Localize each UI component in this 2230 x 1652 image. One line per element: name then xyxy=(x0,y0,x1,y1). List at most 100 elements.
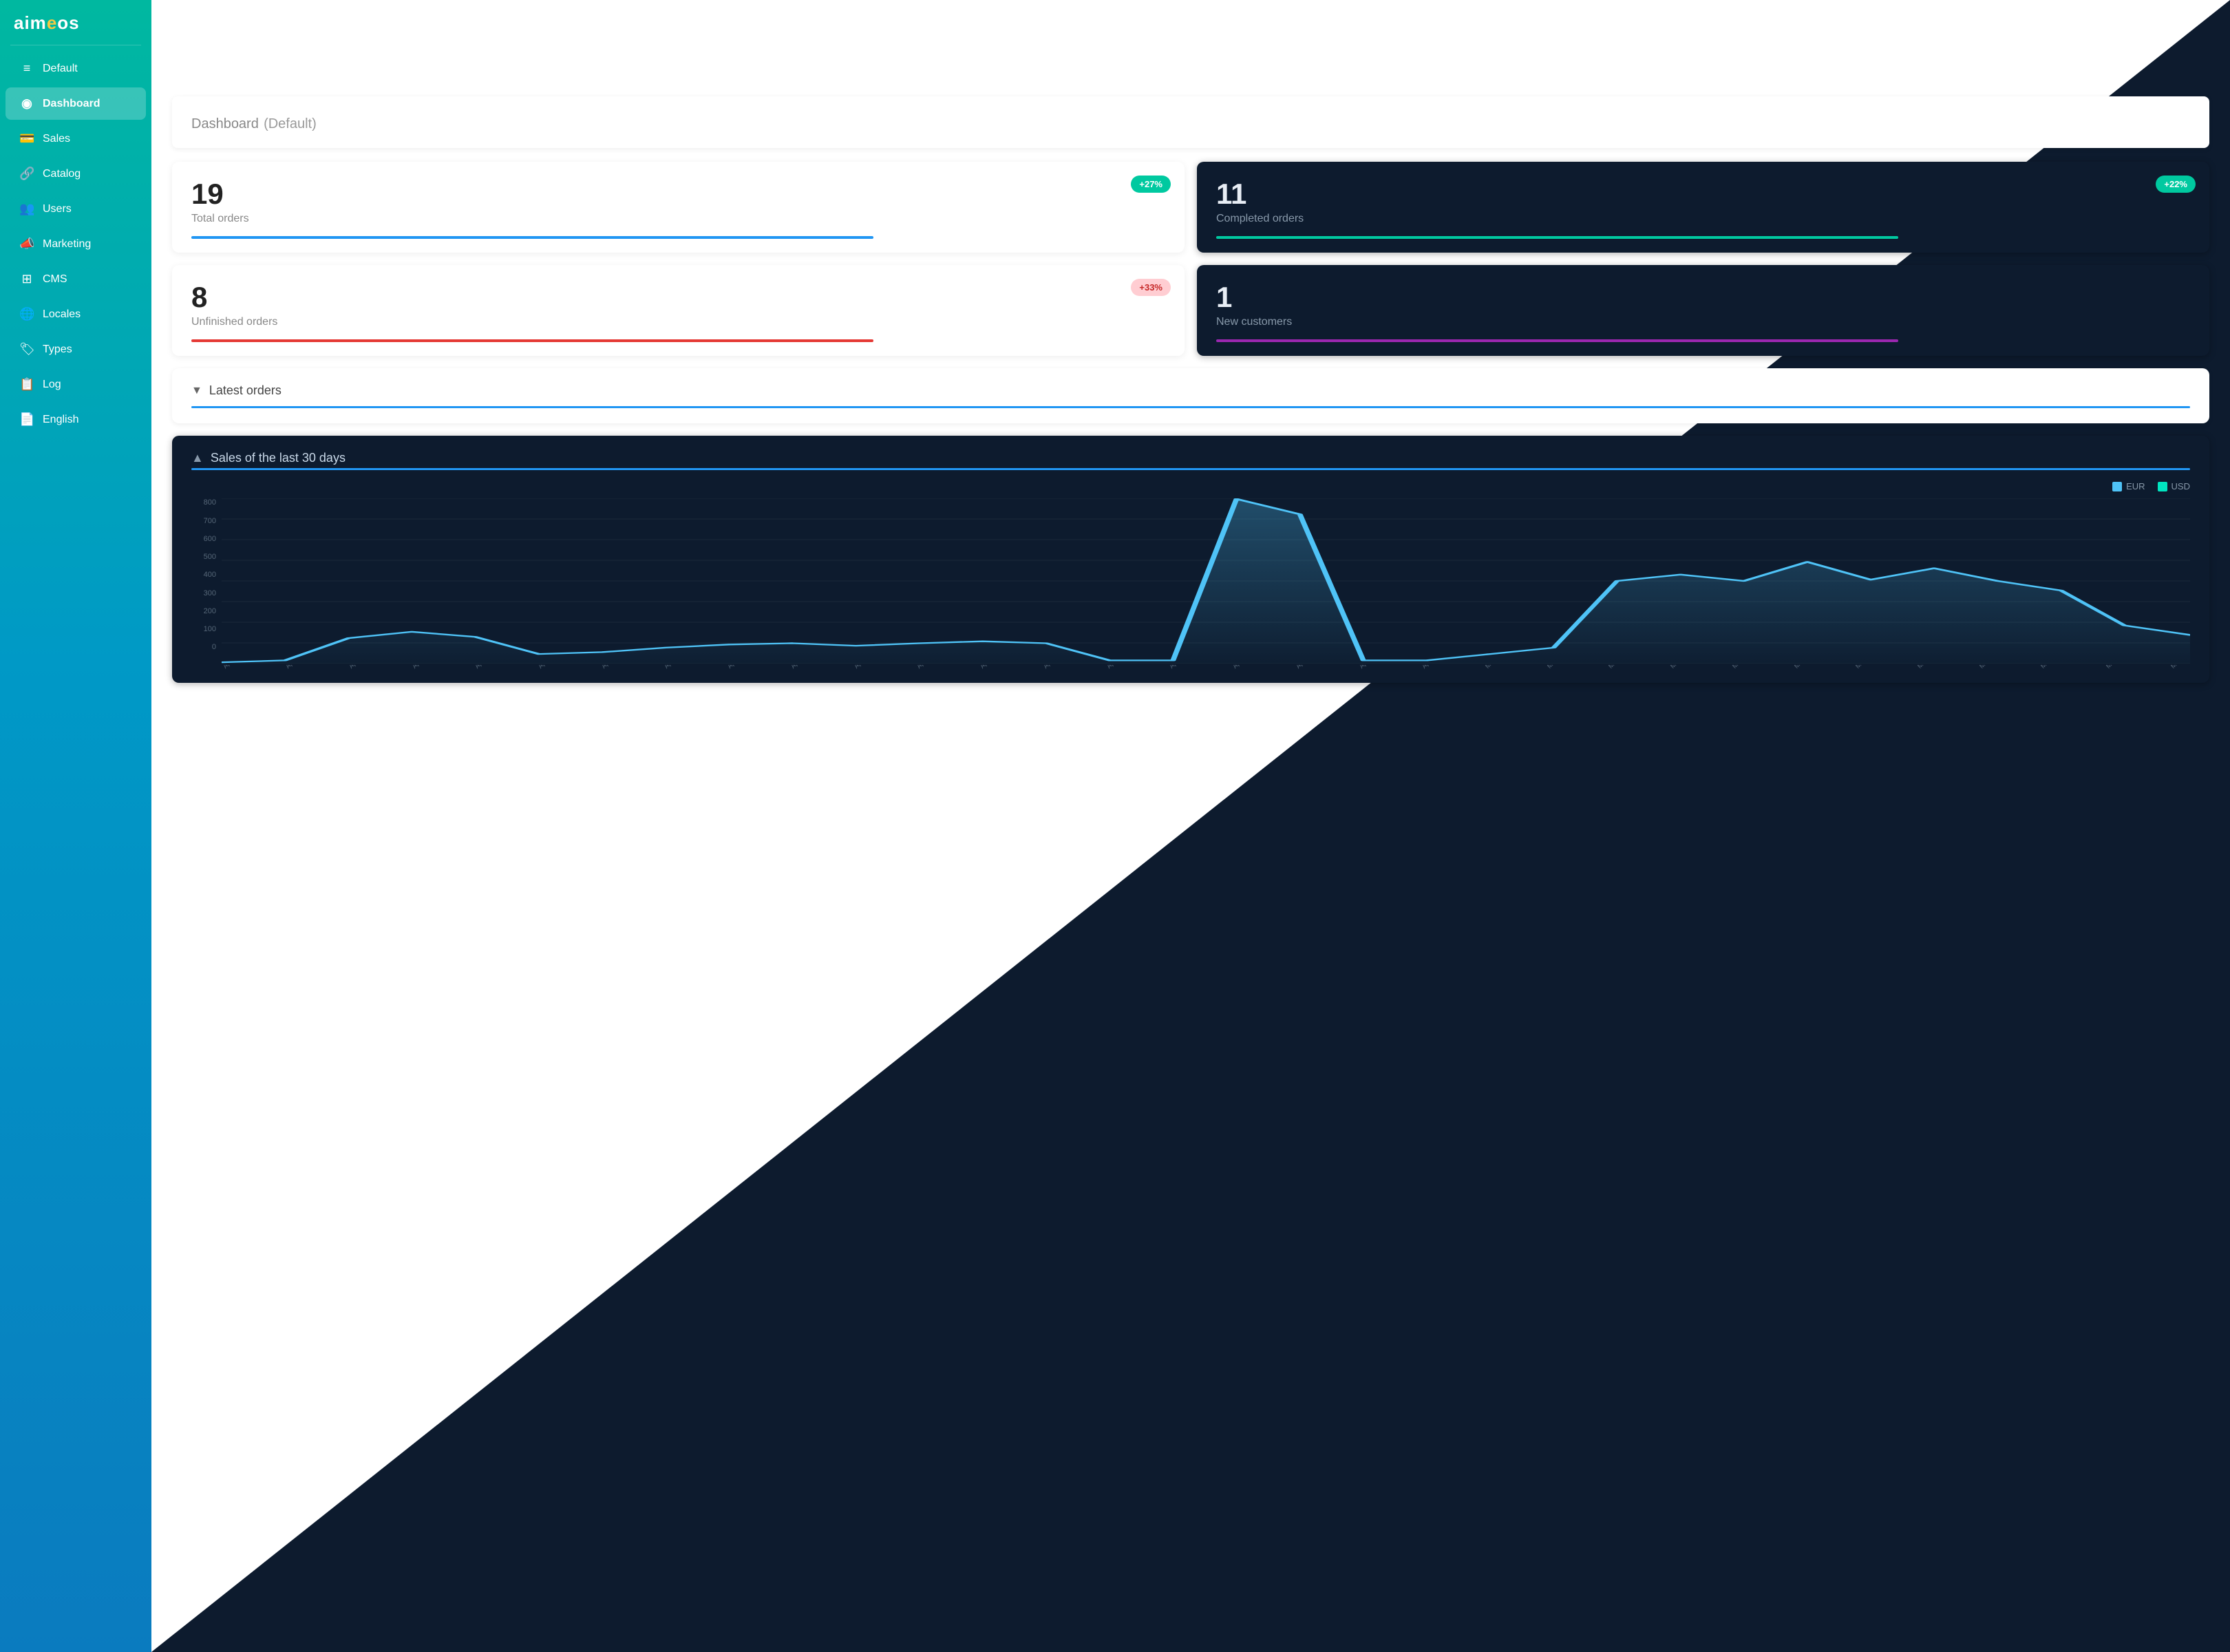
locales-icon: 🌐 xyxy=(19,307,34,321)
sidebar-item-label: Users xyxy=(43,203,72,215)
y-label-200: 200 xyxy=(191,607,216,615)
dashboard-header: Dashboard (Default) xyxy=(172,96,2209,148)
sales-line-chart xyxy=(222,498,2190,664)
main-area: ☾ ⎋ Dashboard (Default) 19 Total orders … xyxy=(151,0,2230,1652)
stat-bar xyxy=(1216,339,1898,342)
x-label: Apr 11 xyxy=(222,665,239,670)
chart-divider xyxy=(191,468,2190,470)
sidebar-item-label: Marketing xyxy=(43,238,91,251)
x-label: Apr 15 xyxy=(474,665,491,670)
x-label: May 7 xyxy=(1854,665,1871,670)
stat-new-customers: 1 New customers xyxy=(1197,265,2209,356)
x-label: May 1 xyxy=(1484,665,1500,670)
legend-eur: EUR xyxy=(2112,481,2145,491)
sidebar-item-locales[interactable]: 🌐 Locales xyxy=(6,298,146,330)
stat-number: 8 xyxy=(191,282,1165,313)
grid-icon: ≡ xyxy=(19,61,34,76)
log-icon: 📋 xyxy=(19,377,34,392)
x-label: Apr 28 xyxy=(1295,665,1313,670)
latest-orders-header[interactable]: ▼ Latest orders xyxy=(191,383,2190,398)
x-label: May 2 xyxy=(1546,665,1562,670)
stat-unfinished-orders: 8 Unfinished orders +33% xyxy=(172,265,1185,356)
sidebar-item-default[interactable]: ≡ Default xyxy=(6,52,146,85)
sidebar-item-dashboard[interactable]: ◉ Dashboard xyxy=(6,87,146,120)
x-label: Apr 25 xyxy=(1105,665,1123,670)
english-icon: 📄 xyxy=(19,412,34,427)
x-label: May 3 xyxy=(1607,665,1624,670)
stats-grid: 19 Total orders +27% 11 Completed orders… xyxy=(172,162,2209,356)
usd-dot xyxy=(2158,482,2167,491)
sidebar-item-users[interactable]: 👥 Users xyxy=(6,193,146,225)
stat-bar xyxy=(1216,236,1898,239)
x-label: Apr 22 xyxy=(915,665,933,670)
sidebar-item-log[interactable]: 📋 Log xyxy=(6,368,146,401)
x-label: Apr 16 xyxy=(537,665,555,670)
x-label: Apr 27 xyxy=(1231,665,1249,670)
catalog-icon: 🔗 xyxy=(19,167,34,181)
sidebar: aimeos ≡ Default ◉ Dashboard 💳 Sales 🔗 C… xyxy=(0,0,151,1652)
eur-dot xyxy=(2112,482,2122,491)
x-label: May 8 xyxy=(1916,665,1933,670)
x-label: May 11 xyxy=(2105,665,2123,670)
chart-header: ▲ Sales of the last 30 days xyxy=(191,451,2190,465)
sales-icon: 💳 xyxy=(19,131,34,146)
chart-legend: EUR USD xyxy=(191,481,2190,491)
sidebar-item-cms[interactable]: ⊞ CMS xyxy=(6,263,146,295)
x-label: Apr 19 xyxy=(726,665,744,670)
chart-container: 0 100 200 300 400 500 600 700 800 xyxy=(191,498,2190,672)
sidebar-item-label: English xyxy=(43,414,78,426)
stat-badge: +22% xyxy=(2156,176,2196,193)
y-label-100: 100 xyxy=(191,625,216,633)
x-label: Apr 30 xyxy=(1421,665,1438,670)
stat-bar xyxy=(191,236,873,239)
chevron-up-icon: ▲ xyxy=(191,451,204,465)
x-label: Apr 14 xyxy=(411,665,429,670)
y-label-0: 0 xyxy=(191,643,216,651)
sidebar-item-catalog[interactable]: 🔗 Catalog xyxy=(6,158,146,190)
sidebar-item-sales[interactable]: 💳 Sales xyxy=(6,123,146,155)
stat-completed-orders: 11 Completed orders +22% xyxy=(1197,162,2209,253)
sidebar-item-label: Sales xyxy=(43,133,70,145)
y-label-300: 300 xyxy=(191,589,216,597)
stat-bar xyxy=(191,339,873,342)
x-labels: Apr 11 Apr 12 Apr 13 Apr 14 Apr 15 Apr 1… xyxy=(222,665,2190,672)
latest-orders-panel: ▼ Latest orders xyxy=(172,368,2209,423)
stat-number: 1 xyxy=(1216,282,2190,313)
sidebar-item-marketing[interactable]: 📣 Marketing xyxy=(6,228,146,260)
stat-badge: +27% xyxy=(1131,176,1171,193)
sidebar-item-english[interactable]: 📄 English xyxy=(6,403,146,436)
x-label: Apr 23 xyxy=(979,665,997,670)
sidebar-item-label: Types xyxy=(43,343,72,356)
x-label: Apr 21 xyxy=(853,665,871,670)
x-label: May 5 xyxy=(1731,665,1748,670)
stat-label: New customers xyxy=(1216,316,2190,328)
x-label: Apr 29 xyxy=(1358,665,1376,670)
sidebar-item-types[interactable]: 🏷 Types xyxy=(6,333,146,366)
y-label-400: 400 xyxy=(191,571,216,579)
x-label: Apr 18 xyxy=(663,665,681,670)
x-label: Apr 24 xyxy=(1042,665,1060,670)
sales-chart-panel: ▲ Sales of the last 30 days EUR USD 0 xyxy=(172,436,2209,683)
marketing-icon: 📣 xyxy=(19,237,34,251)
x-label: Apr 12 xyxy=(284,665,302,670)
chart-title: Sales of the last 30 days xyxy=(211,451,346,465)
x-label: May 9 xyxy=(1978,665,1995,670)
cms-icon: ⊞ xyxy=(19,272,34,286)
chevron-down-icon: ▼ xyxy=(191,385,202,397)
page-title: Dashboard (Default) xyxy=(191,112,2190,133)
y-label-500: 500 xyxy=(191,553,216,561)
sidebar-item-label: Default xyxy=(43,63,78,75)
sidebar-item-label: CMS xyxy=(43,273,67,286)
sidebar-item-label: Catalog xyxy=(43,168,81,180)
stat-label: Unfinished orders xyxy=(191,316,1165,328)
legend-usd: USD xyxy=(2158,481,2190,491)
x-label: Apr 17 xyxy=(600,665,618,670)
latest-orders-label: Latest orders xyxy=(209,383,282,398)
dashboard-icon: ◉ xyxy=(19,96,34,111)
stat-total-orders: 19 Total orders +27% xyxy=(172,162,1185,253)
stat-number: 19 xyxy=(191,178,1165,210)
x-label: May 4 xyxy=(1669,665,1686,670)
stat-badge: +33% xyxy=(1131,279,1171,296)
x-label: Apr 13 xyxy=(348,665,365,670)
y-label-600: 600 xyxy=(191,535,216,543)
